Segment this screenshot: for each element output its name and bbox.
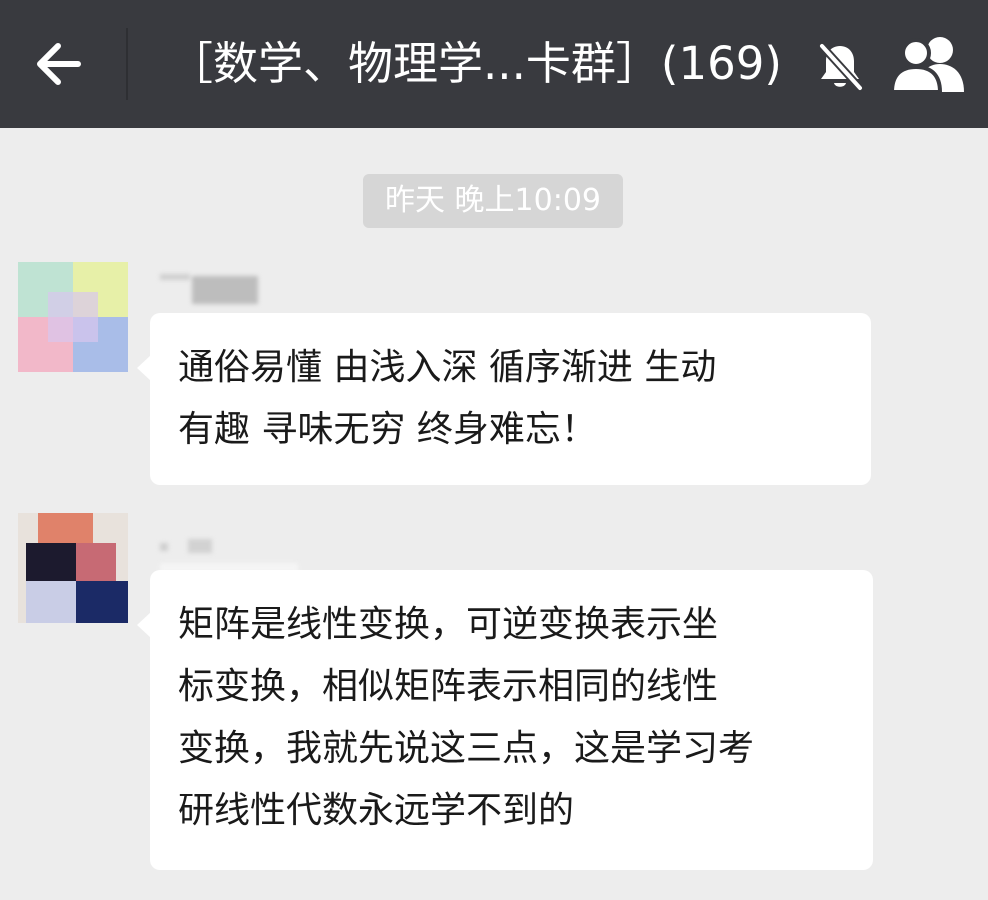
sender-name-redacted: [160, 525, 300, 575]
chat-title[interactable]: ［数学、物理学...卡群］(169): [168, 30, 782, 98]
message-text-line: 标变换，相似矩阵表示相同的线性: [178, 666, 719, 707]
message-text-line: 研线性代数永远学不到的: [178, 790, 575, 831]
group-members-button[interactable]: [888, 30, 972, 98]
timestamp-divider: 昨天 晚上10:09: [363, 174, 623, 228]
message-text-line: 矩阵是线性变换，可逆变换表示坐: [178, 604, 719, 645]
message-text-line: 通俗易懂 由浅入深 循序渐进 生动: [178, 347, 717, 388]
bell-off-icon: [812, 38, 868, 94]
group-members-icon: [889, 37, 964, 94]
arrow-left-icon: [37, 43, 81, 85]
message-text-line: 有趣 寻味无穷 终身难忘！: [178, 409, 597, 450]
back-button[interactable]: [26, 32, 90, 96]
sender-name-redacted: [160, 270, 260, 306]
avatar[interactable]: [18, 262, 128, 372]
header-divider: [126, 28, 128, 100]
message-bubble[interactable]: 通俗易懂 由浅入深 循序渐进 生动 有趣 寻味无穷 终身难忘！: [137, 313, 871, 485]
chat-header: ［数学、物理学...卡群］(169): [0, 0, 988, 128]
message-text-line: 变换，我就先说这三点，这是学习考: [178, 728, 755, 769]
message-bubble[interactable]: 矩阵是线性变换，可逆变换表示坐 标变换，相似矩阵表示相同的线性 变换，我就先说这…: [137, 570, 873, 870]
avatar[interactable]: [18, 513, 128, 623]
